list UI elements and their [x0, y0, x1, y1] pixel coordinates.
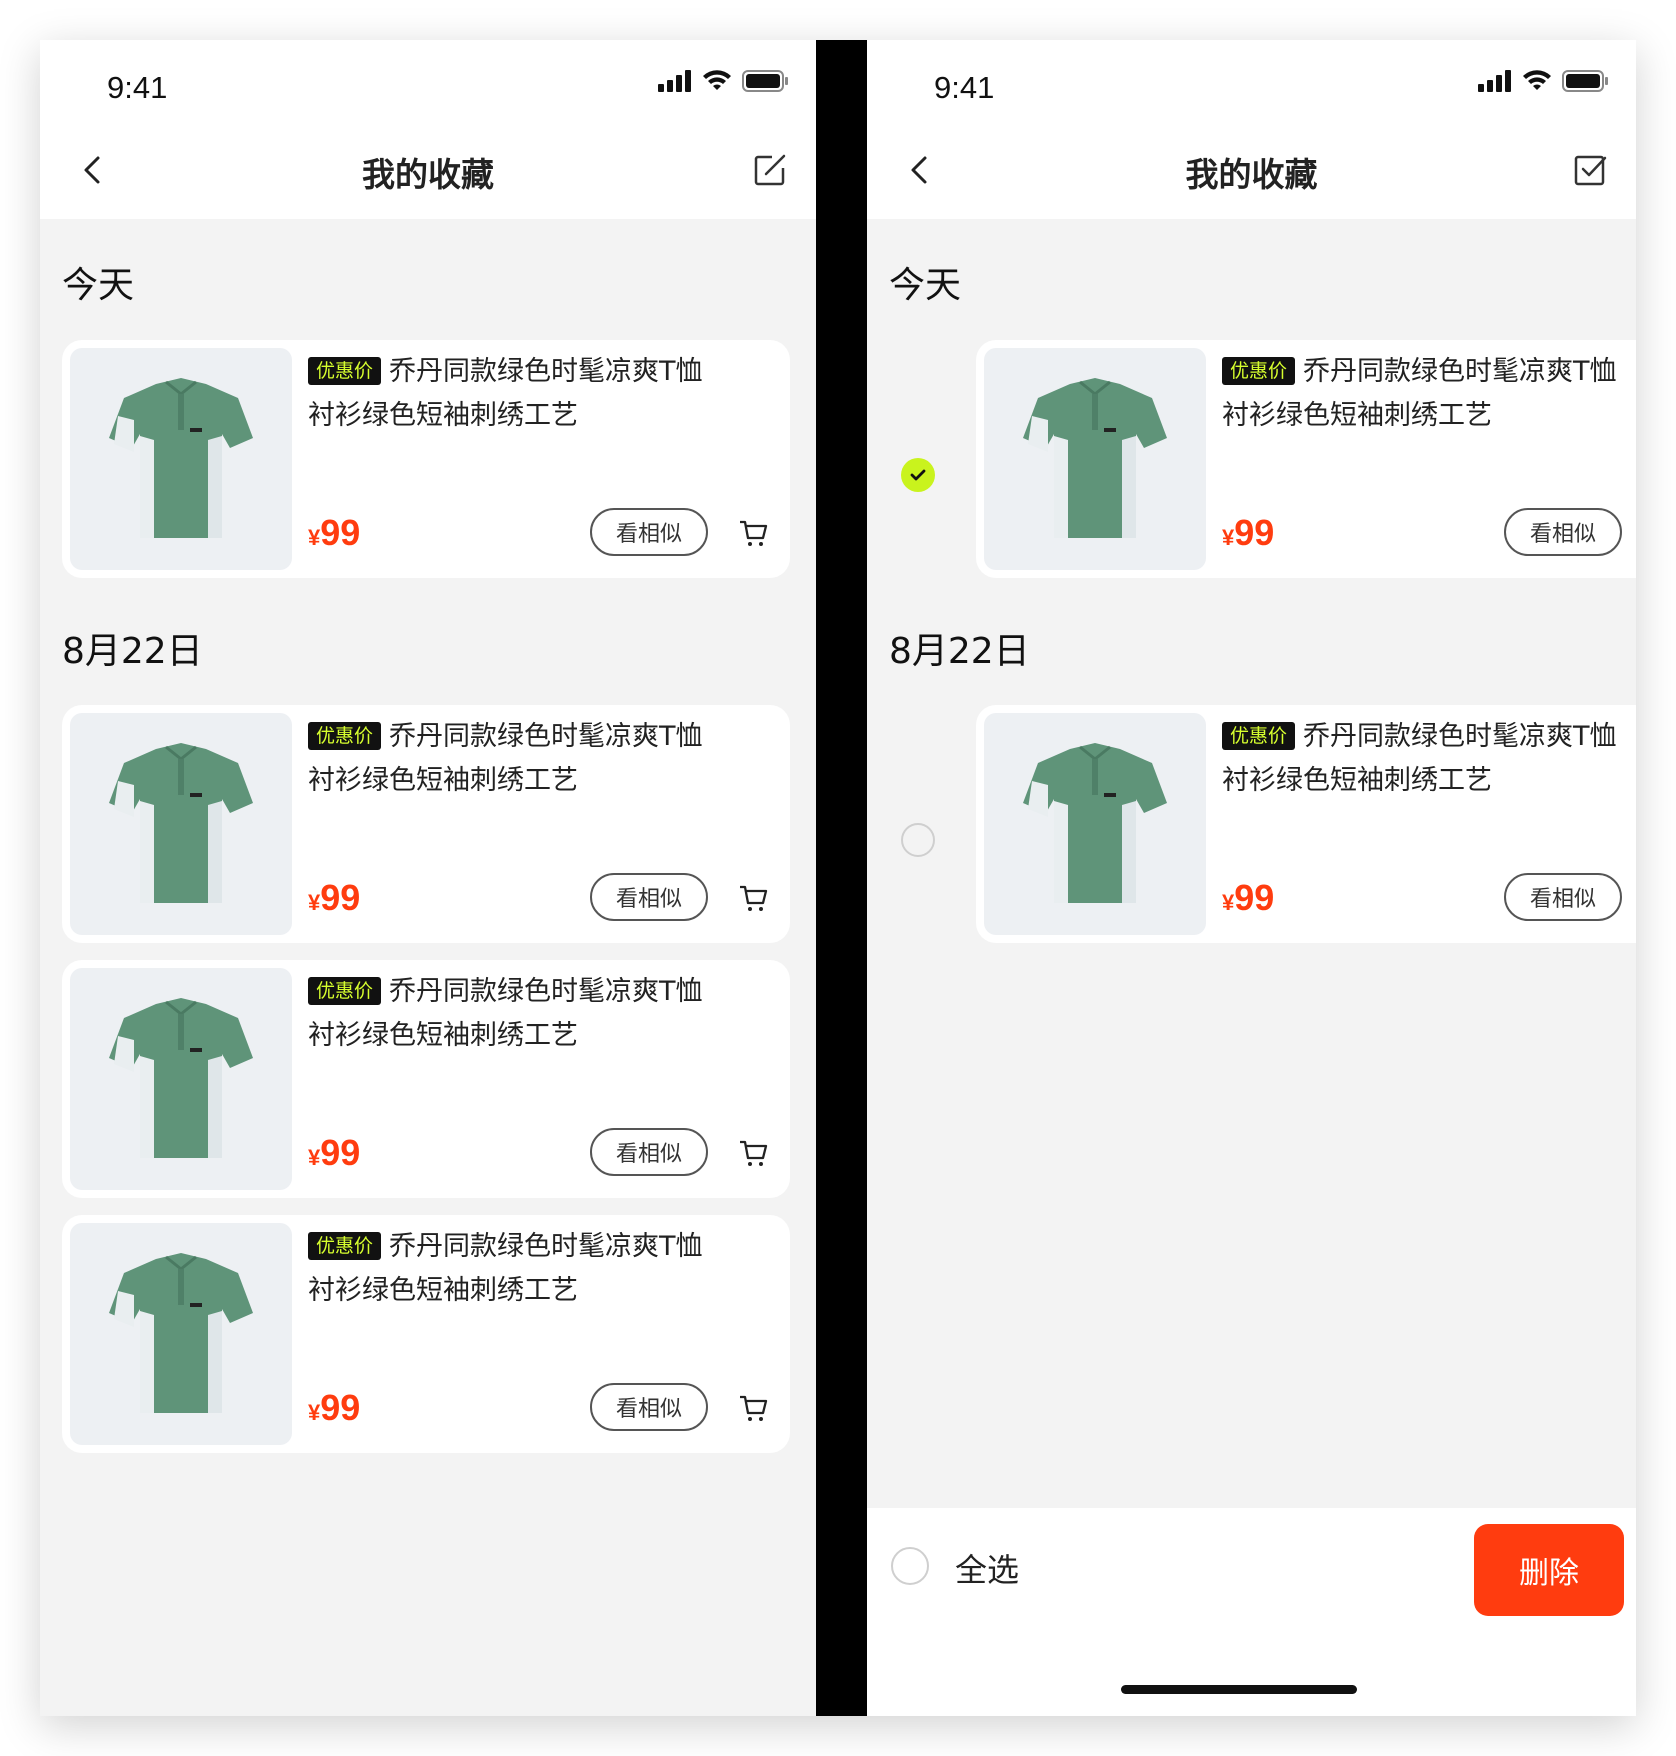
cart-icon[interactable]: [738, 883, 768, 913]
status-icons: [658, 70, 788, 92]
status-time: 9:41: [107, 70, 168, 105]
discount-badge: 优惠价: [308, 1232, 382, 1260]
product-title[interactable]: 优惠价 乔丹同款绿色时髦凉爽T恤衬衫绿色短袖刺绣工艺: [1222, 350, 1636, 438]
discount-badge: 优惠价: [308, 977, 382, 1005]
product-price: ¥99: [308, 1132, 361, 1173]
comparison-frame: 9:41 我的收藏 今天 优惠价 乔丹同款绿色时髦凉爽T恤衬衫绿色短袖刺绣工艺 ¥…: [40, 40, 1636, 1716]
favorites-edit-screen: 9:41 我的收藏 今天 优惠价 乔丹同款绿色时髦凉爽T恤衬衫绿色短袖刺绣工艺 ¥…: [867, 40, 1636, 1716]
select-all-label[interactable]: 全选: [955, 1545, 1019, 1591]
discount-badge: 优惠价: [308, 722, 382, 750]
home-indicator: [1121, 1685, 1357, 1694]
signal-icon: [1478, 70, 1511, 92]
section-title-date: 8月22日: [889, 631, 1030, 672]
page-title: 我的收藏: [362, 155, 494, 194]
favorite-card[interactable]: 优惠价 乔丹同款绿色时髦凉爽T恤衬衫绿色短袖刺绣工艺 ¥99 看相似: [62, 705, 790, 943]
favorite-card[interactable]: 优惠价 乔丹同款绿色时髦凉爽T恤衬衫绿色短袖刺绣工艺 ¥99 看相似: [976, 705, 1636, 943]
find-similar-button[interactable]: 看相似: [1504, 873, 1622, 921]
discount-badge: 优惠价: [1222, 357, 1296, 385]
product-price: ¥99: [308, 512, 361, 553]
favorite-card[interactable]: 优惠价 乔丹同款绿色时髦凉爽T恤衬衫绿色短袖刺绣工艺 ¥99 看相似: [62, 340, 790, 578]
edit-icon[interactable]: [752, 152, 788, 188]
select-all-checkbox[interactable]: [891, 1547, 929, 1585]
product-image[interactable]: [984, 713, 1206, 935]
check-square-icon[interactable]: [1572, 152, 1608, 188]
favorites-screen: 9:41 我的收藏 今天 优惠价 乔丹同款绿色时髦凉爽T恤衬衫绿色短袖刺绣工艺 ¥…: [40, 40, 816, 1716]
favorite-card[interactable]: 优惠价 乔丹同款绿色时髦凉爽T恤衬衫绿色短袖刺绣工艺 ¥99 看相似: [62, 960, 790, 1198]
section-title-today: 今天: [62, 265, 135, 306]
cart-icon[interactable]: [738, 1393, 768, 1423]
product-image[interactable]: [984, 348, 1206, 570]
section-title-today: 今天: [889, 265, 962, 306]
product-price: ¥99: [308, 1387, 361, 1428]
product-image[interactable]: [70, 1223, 292, 1445]
section-title-date: 8月22日: [62, 631, 203, 672]
cart-icon[interactable]: [738, 518, 768, 548]
favorite-card[interactable]: 优惠价 乔丹同款绿色时髦凉爽T恤衬衫绿色短袖刺绣工艺 ¥99 看相似: [976, 340, 1636, 578]
favorite-card[interactable]: 优惠价 乔丹同款绿色时髦凉爽T恤衬衫绿色短袖刺绣工艺 ¥99 看相似: [62, 1215, 790, 1453]
wifi-icon: [1523, 70, 1551, 90]
status-icons: [1478, 70, 1608, 92]
find-similar-button[interactable]: 看相似: [590, 508, 708, 556]
battery-icon: [1562, 70, 1608, 92]
item-checkbox[interactable]: [901, 823, 935, 857]
product-title[interactable]: 优惠价 乔丹同款绿色时髦凉爽T恤衬衫绿色短袖刺绣工艺: [308, 970, 728, 1058]
product-title[interactable]: 优惠价 乔丹同款绿色时髦凉爽T恤衬衫绿色短袖刺绣工艺: [308, 715, 728, 803]
signal-icon: [658, 70, 691, 92]
product-title[interactable]: 优惠价 乔丹同款绿色时髦凉爽T恤衬衫绿色短袖刺绣工艺: [308, 1225, 728, 1313]
product-image[interactable]: [70, 348, 292, 570]
find-similar-button[interactable]: 看相似: [590, 873, 708, 921]
battery-icon: [742, 70, 788, 92]
top-bar: 9:41 我的收藏: [867, 40, 1636, 219]
cart-icon[interactable]: [738, 1138, 768, 1168]
product-price: ¥99: [1222, 512, 1275, 553]
top-bar: 9:41 我的收藏: [40, 40, 816, 219]
find-similar-button[interactable]: 看相似: [590, 1383, 708, 1431]
product-price: ¥99: [1222, 877, 1275, 918]
find-similar-button[interactable]: 看相似: [1504, 508, 1622, 556]
find-similar-button[interactable]: 看相似: [590, 1128, 708, 1176]
item-checkbox-checked[interactable]: [901, 458, 935, 492]
product-title[interactable]: 优惠价 乔丹同款绿色时髦凉爽T恤衬衫绿色短袖刺绣工艺: [1222, 715, 1636, 803]
wifi-icon: [703, 70, 731, 90]
discount-badge: 优惠价: [1222, 722, 1296, 750]
edit-action-bar: 全选 删除: [867, 1508, 1636, 1716]
product-title[interactable]: 优惠价 乔丹同款绿色时髦凉爽T恤衬衫绿色短袖刺绣工艺: [308, 350, 728, 438]
product-image[interactable]: [70, 713, 292, 935]
page-title: 我的收藏: [1185, 155, 1318, 194]
product-price: ¥99: [308, 877, 361, 918]
status-time: 9:41: [934, 70, 995, 105]
product-image[interactable]: [70, 968, 292, 1190]
delete-button[interactable]: 删除: [1474, 1524, 1624, 1616]
check-icon: [910, 469, 926, 481]
discount-badge: 优惠价: [308, 357, 382, 385]
